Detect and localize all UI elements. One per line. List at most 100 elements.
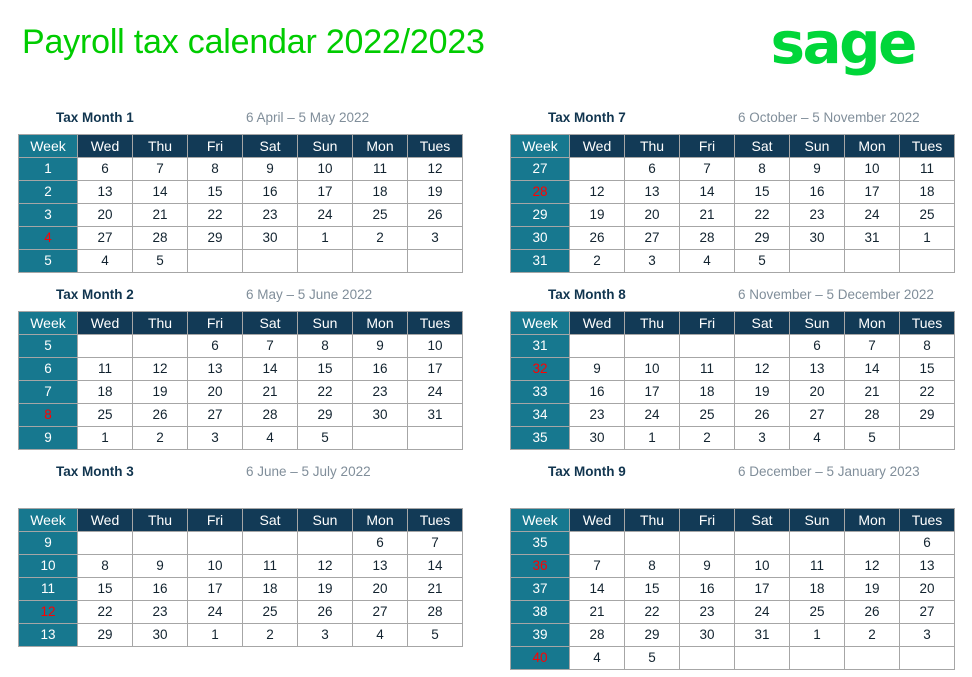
week-column-header: Week [511,509,569,531]
day-cell: 4 [680,250,734,272]
calendar-week-row: 27 6 7 8 9 10 11 [511,158,954,180]
day-cell: 26 [735,404,789,426]
day-cell: 7 [243,335,297,357]
day-cell: 20 [353,578,407,600]
day-cell: 24 [188,601,242,623]
day-cell: 22 [188,204,242,226]
day-column-header: Tues [408,509,462,531]
day-cell-empty [625,335,679,357]
day-cell: 14 [680,181,734,203]
day-column-header: Tues [408,312,462,334]
day-cell: 25 [78,404,132,426]
day-cell: 20 [625,204,679,226]
day-cell-empty [78,532,132,554]
calendar-week-row: 13 29 30 1 2 3 4 5 [19,624,462,646]
day-cell: 4 [790,427,844,449]
calendar-week-row: 36 7 8 9 10 11 12 13 [511,555,954,577]
day-cell: 3 [298,624,352,646]
tax-month-label: Tax Month 3 [56,464,134,479]
day-cell: 5 [408,624,462,646]
week-number: 5 [19,250,77,272]
day-cell: 15 [900,358,954,380]
day-cell-empty [900,250,954,272]
day-cell: 1 [298,227,352,249]
day-cell: 11 [680,358,734,380]
week-number: 9 [19,532,77,554]
day-cell-empty [790,532,844,554]
calendar-week-row: 12 22 23 24 25 26 27 28 [19,601,462,623]
day-cell: 26 [408,204,462,226]
day-cell: 21 [680,204,734,226]
calendar-heading: Tax Month 2 6 May – 5 June 2022 [18,287,460,309]
calendar-week-row: 34 23 24 25 26 27 28 29 [511,404,954,426]
day-cell-empty [625,532,679,554]
day-cell-empty [735,532,789,554]
day-cell: 8 [625,555,679,577]
day-column-header: Mon [353,509,407,531]
day-cell: 24 [735,601,789,623]
calendar-week-row: 35 30 1 2 3 4 5 [511,427,954,449]
day-column-header: Wed [570,509,624,531]
day-column-header: Tues [900,509,954,531]
calendar-heading: Tax Month 1 6 April – 5 May 2022 [18,110,460,132]
tax-month-date-range: 6 November – 5 December 2022 [738,287,934,302]
day-cell: 21 [133,204,187,226]
week-column-header: Week [19,312,77,334]
calendar-week-row: 40 4 5 [511,647,954,669]
day-cell-empty [570,532,624,554]
day-cell: 11 [900,158,954,180]
day-column-header: Wed [78,312,132,334]
day-cell: 14 [133,181,187,203]
calendar-heading: Tax Month 3 6 June – 5 July 2022 [18,464,460,486]
day-cell: 13 [625,181,679,203]
day-cell-empty [845,532,899,554]
day-cell: 5 [133,250,187,272]
calendar-week-row: 29 19 20 21 22 23 24 25 [511,204,954,226]
tax-month-label: Tax Month 2 [56,287,134,302]
day-cell: 16 [133,578,187,600]
day-column-header: Sun [298,312,352,334]
day-cell: 30 [790,227,844,249]
day-cell-empty [735,647,789,669]
week-number-flagged: 28 [511,181,569,203]
calendar-table: Week Wed Thu Fri Sat Sun Mon Tues 9 6 7 10 8 9 10 11 12 1… [18,508,463,647]
calendar-week-row: 32 9 10 11 12 13 14 15 [511,358,954,380]
calendar-block: Tax Month 1 6 April – 5 May 2022 Week Wed Th… [18,110,463,273]
week-number: 31 [511,250,569,272]
day-cell: 26 [570,227,624,249]
day-column-header: Sun [790,509,844,531]
sage-logo: sage [770,9,917,77]
day-cell: 23 [243,204,297,226]
week-number-flagged: 36 [511,555,569,577]
calendar-week-row: 4 27 28 29 30 1 2 3 [19,227,462,249]
day-cell: 21 [408,578,462,600]
day-cell: 22 [625,601,679,623]
day-cell: 20 [78,204,132,226]
day-cell: 19 [735,381,789,403]
week-number: 1 [19,158,77,180]
day-cell: 6 [625,158,679,180]
day-cell: 9 [570,358,624,380]
day-cell: 13 [188,358,242,380]
day-cell: 6 [353,532,407,554]
calendar-header-row: Week Wed Thu Fri Sat Sun Mon Tues [511,509,954,531]
calendar-week-row: 31 2 3 4 5 [511,250,954,272]
day-cell: 8 [900,335,954,357]
calendar-block: Tax Month 8 6 November – 5 December 2022 W… [510,287,955,450]
day-cell: 6 [188,335,242,357]
day-cell: 7 [133,158,187,180]
day-cell-empty [570,335,624,357]
day-cell: 4 [243,427,297,449]
day-cell: 13 [900,555,954,577]
calendar-week-row: 2 13 14 15 16 17 18 19 [19,181,462,203]
day-cell: 2 [133,427,187,449]
day-cell: 11 [353,158,407,180]
day-cell: 10 [625,358,679,380]
calendar-table: Week Wed Thu Fri Sat Sun Mon Tues 31 6 7 8 32 9 10 11 12… [510,311,955,450]
day-cell: 7 [845,335,899,357]
day-cell-empty [133,335,187,357]
day-cell: 28 [408,601,462,623]
day-cell: 2 [680,427,734,449]
day-cell: 10 [845,158,899,180]
week-number: 39 [511,624,569,646]
